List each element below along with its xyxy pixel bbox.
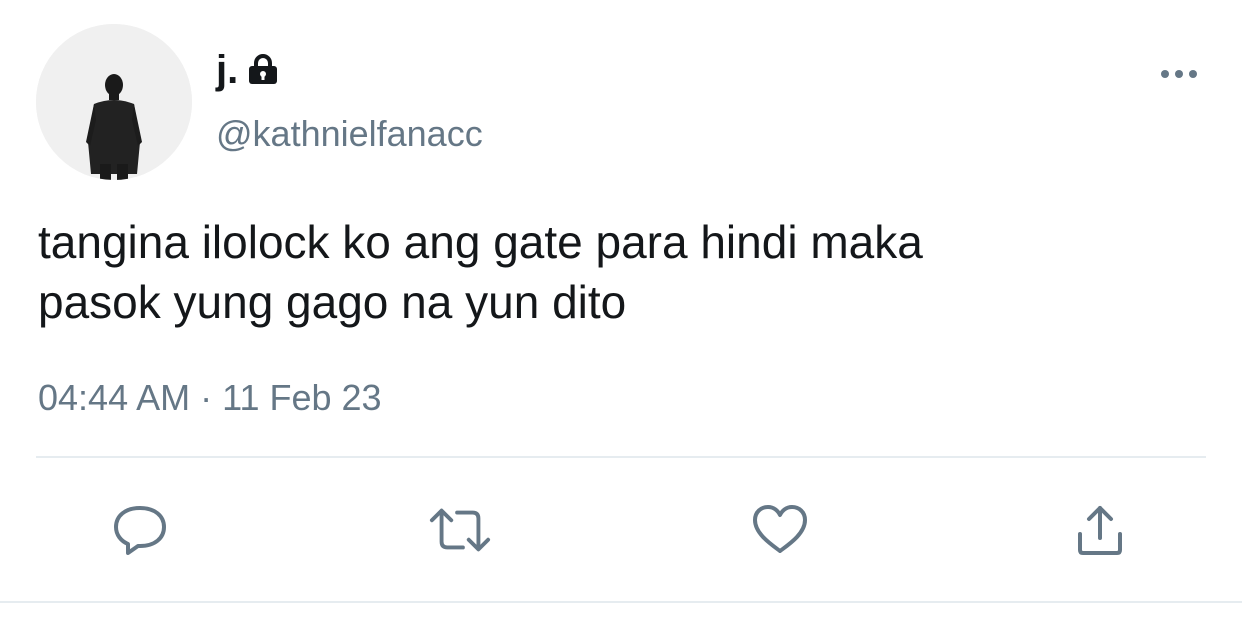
lock-icon (246, 48, 280, 96)
like-button[interactable] (748, 500, 812, 560)
retweet-button[interactable] (428, 500, 492, 560)
bottom-divider (0, 601, 1242, 603)
reply-button[interactable] (108, 500, 172, 560)
tweet-text-line: tangina ilolock ko ang gate para hindi m… (38, 216, 923, 268)
like-icon (753, 505, 807, 553)
user-handle[interactable]: @kathnielfanacc (216, 112, 483, 156)
retweet-icon (429, 508, 491, 552)
timestamp-separator: · (200, 377, 213, 418)
user-display-name[interactable]: j. (216, 44, 280, 96)
avatar[interactable] (36, 24, 192, 180)
share-icon (1078, 506, 1122, 555)
tweet-text: tangina ilolock ko ang gate para hindi m… (38, 212, 1198, 332)
tweet-date: 11 Feb 23 (222, 377, 382, 418)
tweet-timestamp: 04:44 AM · 11 Feb 23 (38, 376, 382, 420)
divider (36, 456, 1206, 458)
share-button[interactable] (1068, 500, 1132, 560)
tweet-text-line: pasok yung gago na yun dito (38, 276, 627, 328)
tweet-time: 04:44 AM (38, 377, 191, 418)
avatar-silhouette-image (36, 24, 192, 180)
reply-icon (114, 506, 166, 555)
more-options-icon[interactable] (1156, 64, 1202, 84)
display-name-text: j. (216, 48, 239, 92)
